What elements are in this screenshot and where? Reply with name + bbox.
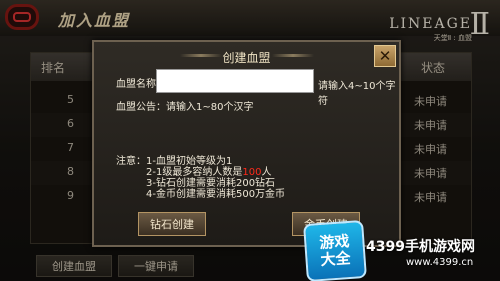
watermark-badge: 游戏 大全 — [303, 219, 367, 281]
clan-name-input[interactable] — [156, 69, 314, 93]
note-line-4: 4-金币创建需要消耗500万金币 — [146, 189, 286, 200]
watermark-text: 4399手机游戏网 — [366, 239, 475, 255]
watermark-url: www.4399.cn — [406, 257, 474, 268]
diamond-create-button[interactable]: 钻石创建 — [138, 212, 206, 236]
note-line-2-prefix: 2-1级最多容纳人数是 — [146, 167, 243, 178]
create-clan-dialog: 创建血盟 ✕ 血盟名称 请输入4~10个字符 血盟公告：请输入1~80个汉字 注… — [92, 40, 401, 247]
clan-notice-field[interactable]: 血盟公告：请输入1~80个汉字 — [116, 98, 253, 113]
watermark-badge-bottom: 大全 — [319, 248, 352, 270]
notes-label: 注意： — [116, 156, 146, 167]
dialog-title: 创建血盟 — [222, 51, 271, 65]
clan-name-label: 血盟名称 — [116, 79, 156, 90]
note-line-2-suffix: 人 — [261, 167, 272, 178]
clan-name-hint: 请输入4~10个字符 — [318, 81, 396, 107]
game-screen: 加入血盟 Ⅱ LINEAGE 天堂Ⅱ : 血盟 排名 状态 5 未申请 6 未申… — [0, 0, 500, 281]
close-icon: ✕ — [378, 47, 392, 65]
note-line-2-number: 100 — [242, 167, 262, 178]
title-ornament-right — [272, 54, 314, 57]
close-button[interactable]: ✕ — [374, 45, 396, 67]
